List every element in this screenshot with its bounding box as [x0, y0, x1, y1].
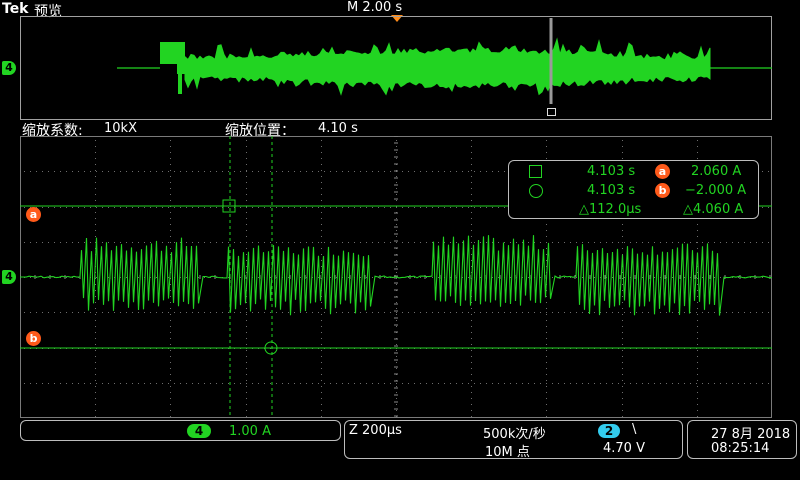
trigger-ch2-badge: 2 — [598, 424, 620, 438]
overview-waveform — [117, 18, 772, 104]
channel-scale-panel[interactable]: 4 1.00 A — [20, 420, 341, 441]
brand-logo: Tek — [2, 1, 29, 17]
cursor-readout[interactable]: 4.103 s a 2.060 A 4.103 s b −2.000 A △11… — [508, 160, 759, 219]
main-ch4-marker[interactable]: 4 — [2, 270, 16, 284]
zoom-factor-value: 10kX — [104, 121, 137, 136]
zoom-position-value: 4.10 s — [318, 121, 358, 136]
cursor-a-badge-readout: a — [655, 164, 670, 179]
date-display: 27 8月 2018 — [711, 427, 791, 442]
square-cursor-time: 4.103 s — [587, 164, 636, 179]
cursor-a-value: 2.060 A — [691, 164, 742, 179]
overview-ch4-marker[interactable]: 4 — [2, 61, 16, 75]
cursor-a-marker[interactable]: a — [26, 207, 41, 222]
circle-cursor-icon — [529, 184, 543, 198]
trigger-slope-icon: \ — [632, 422, 637, 437]
zoom-bracket-icon[interactable] — [547, 108, 556, 116]
datetime-panel[interactable]: 27 8月 2018 08:25:14 — [687, 420, 797, 459]
cursor-b-badge-readout: b — [655, 183, 670, 198]
ch4-badge: 4 — [187, 424, 211, 438]
square-cursor-icon — [529, 165, 542, 178]
time-display: 08:25:14 — [711, 441, 770, 456]
circle-cursor-time: 4.103 s — [587, 183, 636, 198]
delta-value: △4.060 A — [683, 202, 744, 217]
delta-time: △112.0µs — [579, 202, 642, 217]
ch4-scale: 1.00 A — [229, 424, 271, 439]
overview-display[interactable] — [20, 16, 772, 120]
sample-rate: 500k次/秒 — [483, 427, 546, 442]
record-length: 10M 点 — [485, 445, 530, 460]
acquisition-panel[interactable]: Z 200µs 500k次/秒 10M 点 2 \ 4.70 V — [344, 420, 683, 460]
cursor-b-marker[interactable]: b — [26, 331, 41, 346]
horizontal-scale[interactable]: M 2.00 s — [347, 0, 402, 15]
cursor-b-value: −2.000 A — [685, 183, 747, 198]
zoom-time-scale: Z 200µs — [349, 423, 402, 438]
trigger-level: 4.70 V — [603, 441, 645, 456]
